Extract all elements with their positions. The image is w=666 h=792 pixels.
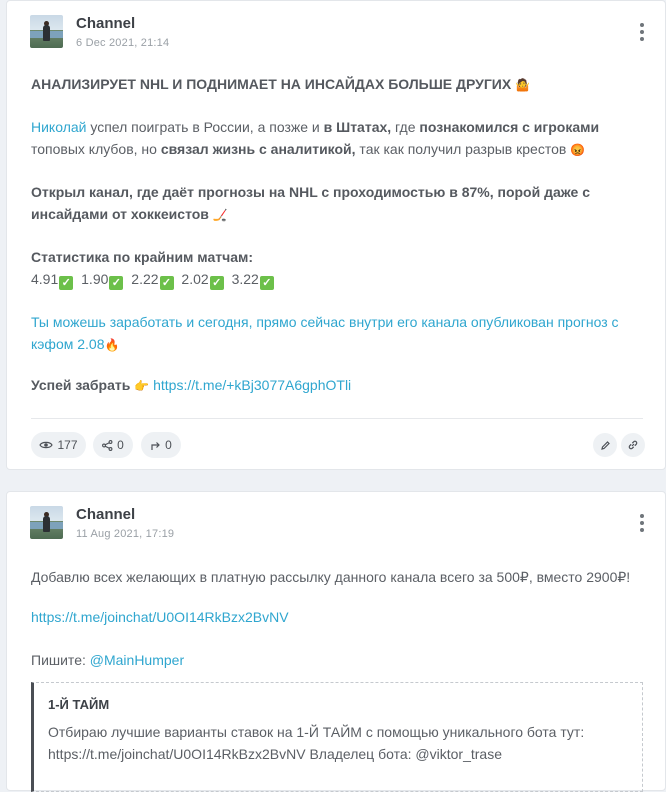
- channel-avatar[interactable]: [30, 15, 63, 48]
- edit-button[interactable]: [593, 433, 617, 457]
- check-icon: ✓: [109, 276, 124, 290]
- forwards-count: 0: [165, 438, 172, 452]
- post-paragraph: Открыл канал, где даёт прогнозы на NHL с…: [31, 181, 643, 226]
- post-paragraph: Николай успел поиграть в России, а позже…: [31, 116, 643, 161]
- post-date: 6 Dec 2021, 21:14: [76, 37, 170, 49]
- post-headline: АНАЛИЗИРУЕТ NHL И ПОДНИМАЕТ НА ИНСАЙДАХ …: [31, 73, 643, 96]
- stat-value: 2.02: [181, 271, 209, 287]
- divider: [31, 418, 643, 419]
- stat-value: 4.91: [31, 271, 59, 287]
- channel-name[interactable]: Channel: [76, 506, 135, 523]
- shares-counter[interactable]: 0: [93, 432, 133, 458]
- contact-handle-link[interactable]: @MainHumper: [90, 652, 184, 668]
- link-icon: [628, 440, 638, 450]
- views-counter[interactable]: 177: [31, 432, 86, 458]
- share-icon: [102, 439, 113, 451]
- check-icon: ✓: [159, 276, 174, 290]
- join-link[interactable]: https://t.me/joinchat/U0OI14RkBzx2BvNV: [31, 606, 643, 628]
- eye-icon: [39, 441, 54, 449]
- post-card: Channel 6 Dec 2021, 21:14 АНАЛИЗИРУЕТ NH…: [6, 0, 666, 470]
- angry-emoji-icon: 😡: [570, 143, 586, 157]
- channel-avatar[interactable]: [30, 506, 63, 539]
- pointing-hand-emoji-icon: 👉: [134, 379, 150, 393]
- channel-name[interactable]: Channel: [76, 15, 135, 32]
- stats-block: Статистика по крайним матчам: 4.91 ✓ 1.90…: [31, 246, 643, 290]
- stat-value: 3.22: [231, 271, 259, 287]
- stats-title: Статистика по крайним матчам:: [31, 249, 254, 265]
- promo-paragraph: Ты можешь заработать и сегодня, прямо се…: [31, 311, 643, 356]
- pencil-icon: [600, 440, 610, 450]
- invite-link[interactable]: https://t.me/+kBj3077A6gphOTli: [153, 377, 351, 393]
- preview-title: 1-Й ТАЙМ: [48, 697, 110, 712]
- more-menu-icon[interactable]: [639, 23, 645, 41]
- check-icon: ✓: [209, 276, 224, 290]
- cta-line: Успей забрать 👉 https://t.me/+kBj3077A6g…: [31, 374, 643, 397]
- person-link[interactable]: Николай: [31, 119, 86, 135]
- preview-description: Отбираю лучшие варианты ставок на 1-Й ТА…: [48, 724, 585, 762]
- hockey-emoji-icon: 🏒: [212, 208, 228, 222]
- post-card: Channel 11 Aug 2021, 17:19 Добавлю всех …: [6, 491, 666, 792]
- shrug-emoji-icon: 🤷: [515, 78, 531, 92]
- shares-count: 0: [117, 438, 124, 452]
- post-date: 11 Aug 2021, 17:19: [76, 528, 175, 540]
- link-preview[interactable]: 1-Й ТАЙМ Отбираю лучшие варианты ставок …: [31, 682, 643, 792]
- check-icon: ✓: [259, 276, 274, 290]
- stat-value: 1.90: [81, 271, 109, 287]
- more-menu-icon[interactable]: [639, 514, 645, 532]
- contact-line: Пишите: @MainHumper: [31, 652, 185, 668]
- views-count: 177: [57, 438, 78, 452]
- stats-list: 4.91 ✓ 1.90 ✓ 2.22 ✓ 2.02 ✓ 3.22 ✓: [31, 268, 643, 290]
- stat-value: 2.22: [131, 271, 159, 287]
- fire-emoji-icon: 🔥: [104, 338, 120, 352]
- post-paragraph: Добавлю всех желающих в платную рассылку…: [31, 569, 631, 585]
- copy-link-button[interactable]: [621, 433, 645, 457]
- check-icon: ✓: [59, 276, 74, 290]
- forwards-counter[interactable]: 0: [141, 432, 181, 458]
- forward-arrow-icon: [151, 441, 161, 450]
